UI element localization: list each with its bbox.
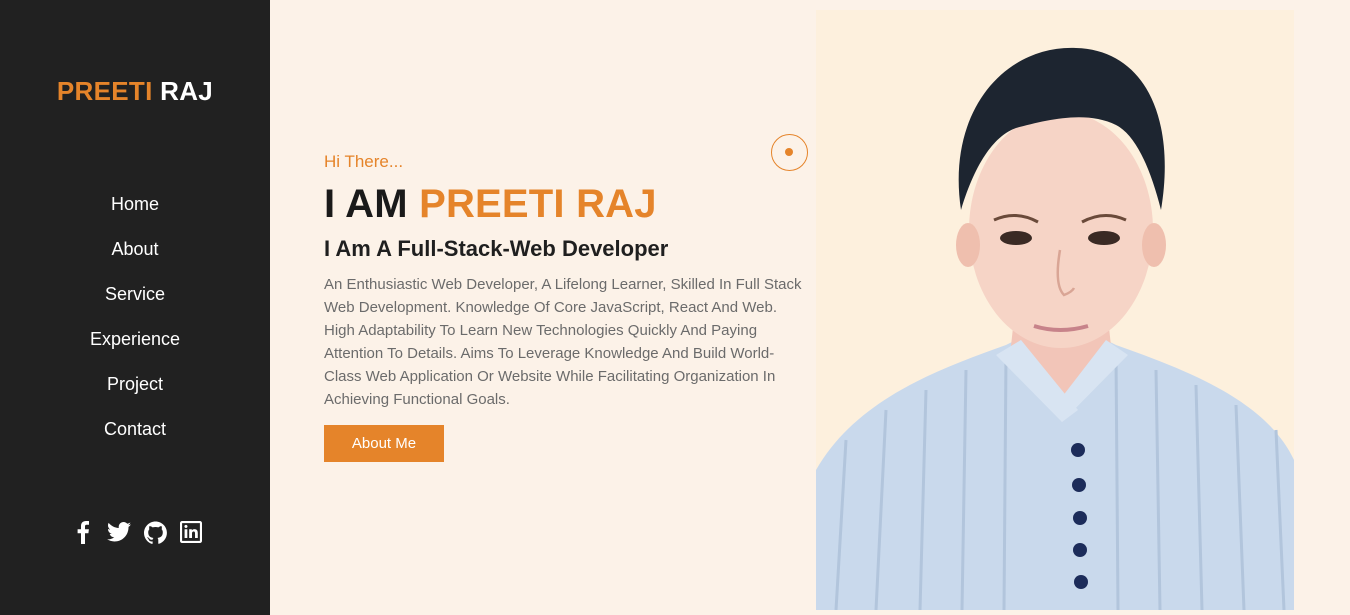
hero-greeting: Hi There... [324, 152, 404, 171]
twitter-icon[interactable] [107, 519, 131, 545]
about-me-button[interactable]: About Me [324, 425, 444, 462]
social-links [0, 519, 270, 545]
nav-item-about[interactable]: About [0, 235, 270, 280]
facebook-icon[interactable] [71, 519, 95, 545]
main-nav: Home About Service Experience Project Co… [0, 190, 270, 460]
logo-last-name: RAJ [160, 76, 214, 106]
hero-description: An Enthusiastic Web Developer, A Lifelon… [324, 276, 802, 408]
site-logo[interactable]: PREETI RAJ [0, 76, 270, 107]
hero-section: Hi There... I AM PREETI RAJ I Am A Full-… [324, 150, 814, 462]
linkedin-icon[interactable] [179, 519, 203, 545]
sidebar: PREETI RAJ Home About Service Experience… [0, 0, 270, 615]
nav-item-service[interactable]: Service [0, 280, 270, 325]
nav-item-contact[interactable]: Contact [0, 415, 270, 460]
headline-name: PREETI RAJ [419, 182, 657, 226]
profile-photo [816, 10, 1294, 610]
hero-role: I Am A Full-Stack-Web Developer [324, 236, 669, 261]
decorative-dot-ring-icon [771, 134, 808, 171]
headline-prefix: I AM [324, 182, 408, 226]
github-icon[interactable] [143, 519, 167, 545]
logo-first-name: PREETI [56, 76, 153, 106]
nav-item-project[interactable]: Project [0, 370, 270, 415]
nav-item-experience[interactable]: Experience [0, 325, 270, 370]
nav-item-home[interactable]: Home [0, 190, 270, 235]
hero-headline: I AM PREETI RAJ [324, 180, 814, 228]
